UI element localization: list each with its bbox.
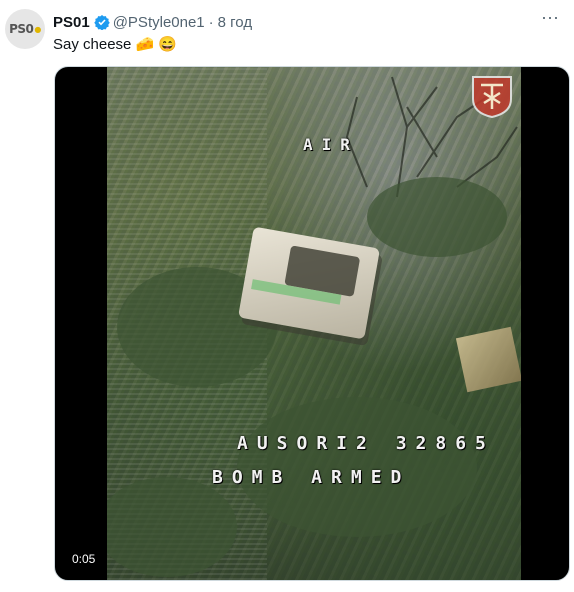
timestamp[interactable]: 8 год bbox=[218, 14, 252, 31]
avatar-logo-text: PS0 bbox=[9, 22, 34, 36]
avatar-logo-accent: ● bbox=[34, 24, 41, 34]
more-options-icon[interactable]: ··· bbox=[540, 8, 560, 30]
tweet-header: PS01 @PStyle0ne1 · 8 год bbox=[53, 12, 252, 32]
separator-dot: · bbox=[208, 13, 214, 31]
unit-emblem-icon bbox=[472, 76, 512, 119]
video-frame[interactable]: AIR AUSORI2 32865 BOMB ARMED bbox=[107, 67, 521, 580]
verified-badge-icon bbox=[93, 15, 110, 30]
video-duration-badge: 0:05 bbox=[67, 550, 101, 568]
debris-object bbox=[455, 326, 521, 393]
osd-flight-mode: AIR bbox=[303, 135, 359, 154]
osd-status: BOMB ARMED bbox=[212, 467, 411, 488]
user-handle[interactable]: @PStyle0ne1 bbox=[113, 14, 205, 31]
display-name[interactable]: PS01 bbox=[53, 14, 90, 31]
tweet-text: Say cheese 🧀 😄 bbox=[53, 36, 178, 53]
avatar[interactable]: PS0 ● bbox=[5, 9, 45, 49]
video-player[interactable]: AIR AUSORI2 32865 BOMB ARMED 0:05 bbox=[54, 66, 570, 581]
osd-telemetry: AUSORI2 32865 bbox=[237, 433, 495, 454]
